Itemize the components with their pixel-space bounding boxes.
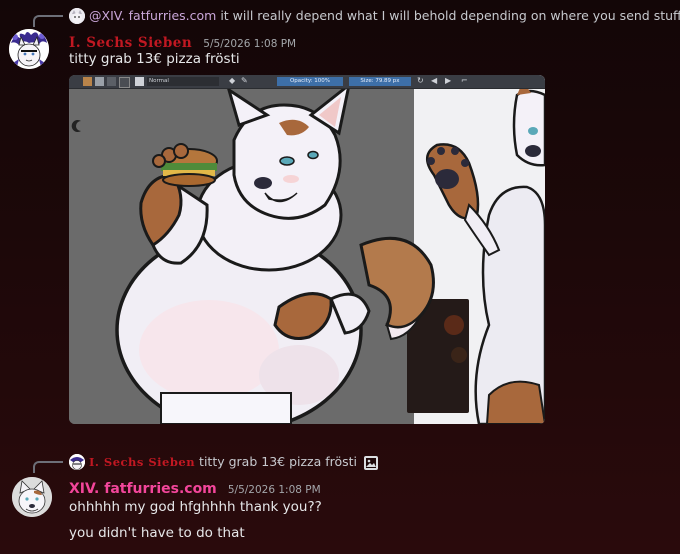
toolbar-swatch [83,77,92,86]
message-header: I. Sechs Sieben 5/5/2026 1:08 PM [69,32,296,51]
toolbar-swatch [95,77,104,86]
brush-icon[interactable]: ◆ [229,76,235,85]
message-header: XIV. fatfurries.com 5/5/2026 1:08 PM [69,478,321,497]
reply-spine [33,461,63,473]
reply-avatar[interactable] [69,8,85,24]
reply-text: it will really depend what I will behold… [220,8,680,23]
timestamp: 5/5/2026 1:08 PM [203,38,297,50]
size-field[interactable]: Size: 79.89 px [349,77,411,86]
image-attachment[interactable]: Normal ◆ ✎ Opacity: 100% Size: 79.89 px … [69,75,545,424]
toolbar-swatch [135,77,144,86]
reply-preview[interactable]: I. Sechs Sieben titty grab 13€ pizza frö… [89,454,379,470]
message-line: ohhhhh my god hfghhhh thank you?? [69,499,322,515]
blend-mode-select[interactable]: Normal [147,77,219,86]
message-content: titty grab 13€ pizza frösti [69,51,240,67]
toolbar-swatch [119,77,130,88]
opacity-field[interactable]: Opacity: 100% [277,77,343,86]
mirror-icon[interactable]: ◀ [431,76,437,85]
reply-mention[interactable]: @XIV. fatfurries.com [89,8,216,23]
username[interactable]: I. Sechs Sieben [69,35,192,51]
message-line: you didn't have to do that [69,525,245,541]
reply-avatar[interactable] [69,454,85,470]
reply-username[interactable]: I. Sechs Sieben [89,455,195,469]
play-icon[interactable]: ▶ [445,76,451,85]
pen-icon[interactable]: ✎ [241,76,248,85]
editor-toolbar: Normal ◆ ✎ Opacity: 100% Size: 79.89 px … [69,75,545,89]
image-icon [364,455,379,470]
toolbar-swatch [107,77,116,86]
reply-spine [33,15,63,27]
reply-preview[interactable]: @XIV. fatfurries.com it will really depe… [89,8,680,23]
crop-icon[interactable]: ⌐ [461,76,468,85]
reply-text: titty grab 13€ pizza frösti [199,454,358,469]
artwork-image [69,75,545,424]
rotate-icon[interactable]: ↻ [417,76,424,85]
avatar[interactable] [9,29,49,69]
username[interactable]: XIV. fatfurries.com [69,481,217,497]
timestamp: 5/5/2026 1:08 PM [227,484,321,496]
avatar[interactable] [12,477,52,517]
